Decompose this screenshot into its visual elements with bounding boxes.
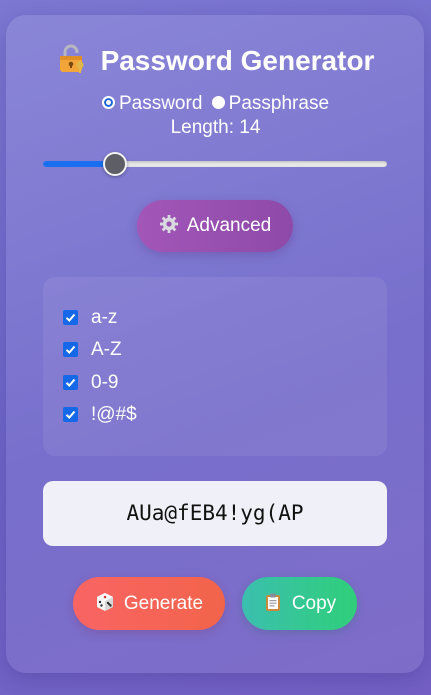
length-slider[interactable] xyxy=(43,152,387,176)
charset-option-digits[interactable]: 0-9 xyxy=(63,371,118,395)
advanced-button-label: Advanced xyxy=(186,215,272,236)
page-title: Password Generator xyxy=(100,45,375,76)
advanced-button[interactable]: Advanced xyxy=(137,200,293,252)
passphrase-radio-label: Passphrase xyxy=(228,93,330,114)
symbols-checkbox[interactable] xyxy=(63,407,78,422)
generate-button[interactable]: Generate xyxy=(73,577,225,630)
charset-option-lowercase[interactable]: a-z xyxy=(63,306,117,330)
mode-selector: Password Passphrase xyxy=(0,92,431,116)
digits-checkbox[interactable] xyxy=(63,375,78,390)
symbols-checkbox-label: !@#$ xyxy=(91,404,137,425)
lowercase-checkbox[interactable] xyxy=(63,310,78,325)
generate-button-label: Generate xyxy=(123,593,204,614)
dice-icon xyxy=(96,593,113,611)
gear-icon xyxy=(159,215,178,233)
password-radio[interactable] xyxy=(101,96,115,109)
length-label: Length: 14 xyxy=(170,117,261,138)
clipboard-icon xyxy=(265,593,280,611)
charset-option-uppercase[interactable]: A-Z xyxy=(63,338,122,362)
lock-icon xyxy=(59,44,84,73)
mode-option-password[interactable]: Password xyxy=(101,92,203,116)
uppercase-checkbox-label: A-Z xyxy=(91,339,122,360)
copy-button-label: Copy xyxy=(291,593,337,614)
charset-option-symbols[interactable]: !@#$ xyxy=(63,403,137,427)
passphrase-radio[interactable] xyxy=(211,96,225,109)
password-radio-label: Password xyxy=(118,93,203,114)
page-title-row: Password Generator xyxy=(0,44,431,78)
charset-options: a-z A-Z 0-9 !@#$ xyxy=(43,277,387,456)
copy-button[interactable]: Copy xyxy=(242,577,357,630)
lowercase-checkbox-label: a-z xyxy=(91,307,118,328)
mode-option-passphrase[interactable]: Passphrase xyxy=(211,92,330,116)
digits-checkbox-label: 0-9 xyxy=(91,372,119,393)
slider-thumb[interactable] xyxy=(103,152,127,176)
uppercase-checkbox[interactable] xyxy=(63,342,78,357)
password-output[interactable]: AUa@fEB4!yg(AP xyxy=(43,481,387,546)
